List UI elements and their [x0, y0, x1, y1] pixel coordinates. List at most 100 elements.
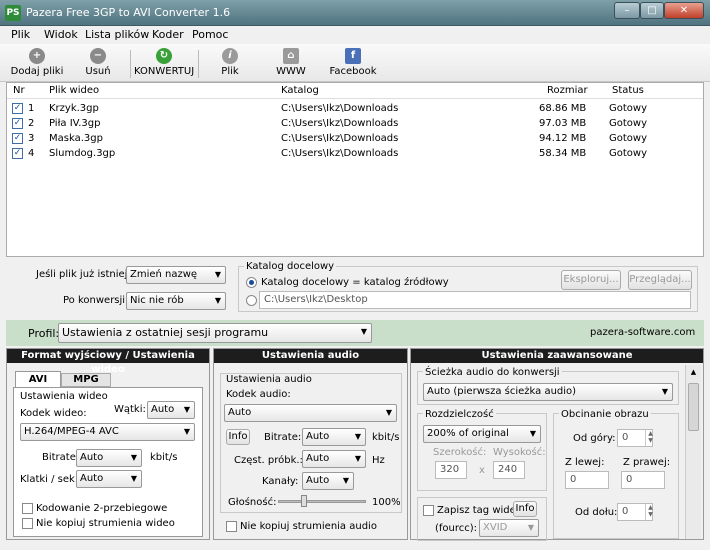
crop-left-input[interactable]: 0	[565, 471, 609, 489]
exists-label: Jeśli plik już istnieje:	[36, 269, 137, 280]
info-icon: i	[222, 48, 238, 64]
chevron-down-icon: ▼	[385, 408, 392, 417]
scrollbar-thumb[interactable]	[688, 383, 699, 431]
target-same-radio[interactable]	[246, 277, 257, 288]
table-row[interactable]: ✓ 1 Krzyk.3gp C:\Users\Ikz\Downloads 68.…	[7, 102, 703, 117]
minimize-button[interactable]: –	[614, 2, 640, 19]
video-bitrate-select[interactable]: Auto ▼	[76, 449, 142, 467]
threads-select[interactable]: Auto ▼	[147, 401, 195, 419]
maximize-button[interactable]: □	[640, 2, 664, 19]
convert-button[interactable]: ↻ KONWERTUJ	[134, 46, 194, 77]
row-file: Piła IV.3gp	[49, 118, 101, 129]
facebook-label: Facebook	[329, 66, 377, 77]
file-button[interactable]: i Plik	[212, 46, 248, 77]
remove-button[interactable]: − Usuń	[78, 46, 118, 77]
exists-value: Zmień nazwę	[130, 269, 198, 280]
video-nocopy-checkbox[interactable]	[22, 518, 33, 529]
target-path-input[interactable]: C:\Users\Ikz\Desktop	[259, 291, 691, 309]
row-file: Slumdog.3gp	[49, 148, 116, 159]
menu-koder[interactable]: Koder	[152, 28, 184, 41]
threads-value: Auto	[151, 404, 175, 415]
add-files-label: Dodaj pliki	[10, 66, 64, 77]
www-label: WWW	[276, 66, 306, 77]
scrollbar[interactable]: ▲	[685, 365, 701, 539]
table-row[interactable]: ✓ 3 Maska.3gp C:\Users\Ikz\Downloads 94.…	[7, 132, 703, 147]
tag-info-button[interactable]: Info	[513, 501, 537, 517]
profile-select[interactable]: Ustawienia z ostatniej sesji programu ▼	[58, 323, 372, 343]
tag-label[interactable]: Zapisz tag wideo	[437, 505, 522, 516]
window-title: Pazera Free 3GP to AVI Converter 1.6	[26, 6, 231, 19]
table-row[interactable]: ✓ 2 Piła IV.3gp C:\Users\Ikz\Downloads 9…	[7, 117, 703, 132]
browse-button[interactable]: Przeglądaj...	[628, 270, 692, 290]
chevron-down-icon: ▼	[529, 429, 536, 438]
menu-pomoc[interactable]: Pomoc	[192, 28, 228, 41]
fourcc-select[interactable]: XVID ▼	[479, 519, 539, 537]
add-files-button[interactable]: + Dodaj pliki	[8, 46, 66, 77]
tab-mpg[interactable]: MPG	[61, 373, 111, 387]
audio-bitrate-value: Auto	[306, 431, 330, 442]
site-link[interactable]: pazera-software.com	[590, 327, 695, 338]
advanced-panel: Ustawienia zaawansowane ▲ Ścieżka audio …	[410, 348, 704, 541]
audio-nocopy-label[interactable]: Nie kopiuj strumienia audio	[240, 521, 377, 532]
table-row[interactable]: ✓ 4 Slumdog.3gp C:\Users\Ikz\Downloads 5…	[7, 147, 703, 162]
target-path-radio[interactable]	[246, 295, 257, 306]
tab-avi[interactable]: AVI	[15, 371, 61, 387]
audio-info-button[interactable]: Info	[226, 429, 250, 445]
row-size: 97.03 MB	[539, 118, 587, 129]
home-icon: ⌂	[283, 48, 299, 64]
volume-label: Głośność:	[228, 497, 277, 508]
col-nr[interactable]: Nr	[13, 85, 25, 96]
resolution-select[interactable]: 200% of original ▼	[423, 425, 541, 443]
height-input[interactable]: 240	[493, 461, 525, 479]
row-nr: 2	[28, 118, 35, 129]
fps-select[interactable]: Auto ▼	[76, 470, 142, 488]
scroll-up-icon[interactable]: ▲	[686, 365, 701, 379]
exists-select[interactable]: Zmień nazwę ▼	[126, 266, 226, 284]
video-codec-label: Kodek wideo:	[20, 408, 87, 419]
crop-right-input[interactable]: 0	[621, 471, 665, 489]
row-size: 94.12 MB	[539, 133, 587, 144]
crop-right-label: Z prawej:	[623, 457, 671, 468]
col-size[interactable]: Rozmiar	[547, 85, 588, 96]
file-list[interactable]: Nr Plik wideo Katalog Rozmiar Status ✓ 1…	[6, 82, 704, 257]
video-codec-select[interactable]: H.264/MPEG-4 AVC ▼	[20, 423, 195, 441]
channels-select[interactable]: Auto ▼	[302, 472, 354, 490]
menu-plik[interactable]: Plik	[11, 28, 30, 41]
row-checkbox[interactable]: ✓	[12, 148, 23, 159]
tag-checkbox[interactable]	[423, 505, 434, 516]
menu-widok[interactable]: Widok	[44, 28, 78, 41]
row-checkbox[interactable]: ✓	[12, 133, 23, 144]
facebook-button[interactable]: f Facebook	[326, 46, 380, 77]
menu-lista-plikow[interactable]: Lista plików	[85, 28, 149, 41]
video-nocopy-label[interactable]: Nie kopiuj strumienia wideo	[36, 518, 175, 529]
row-checkbox[interactable]: ✓	[12, 118, 23, 129]
crop-top-spinner[interactable]: ▲ ▼	[645, 430, 655, 446]
row-nr: 4	[28, 148, 35, 159]
freq-unit: Hz	[372, 455, 385, 466]
freq-select[interactable]: Auto ▼	[302, 450, 366, 468]
www-button[interactable]: ⌂ WWW	[268, 46, 314, 77]
width-input[interactable]: 320	[435, 461, 467, 479]
close-button[interactable]: ✕	[664, 2, 704, 19]
audio-nocopy-checkbox[interactable]	[226, 521, 237, 532]
row-checkbox[interactable]: ✓	[12, 103, 23, 114]
target-same-label[interactable]: Katalog docelowy = katalog źródłowy	[261, 277, 449, 288]
col-status[interactable]: Status	[612, 85, 644, 96]
threads-label: Wątki:	[114, 404, 146, 415]
list-header: Nr Plik wideo Katalog Rozmiar Status	[7, 83, 703, 99]
explore-button[interactable]: Eksploruj...	[561, 270, 621, 290]
col-file[interactable]: Plik wideo	[49, 85, 99, 96]
volume-track[interactable]	[278, 500, 366, 503]
after-select[interactable]: Nic nie rób ▼	[126, 292, 226, 310]
volume-slider-handle[interactable]	[301, 495, 308, 507]
track-value: Auto (pierwsza ścieżka audio)	[427, 386, 577, 397]
twopass-checkbox[interactable]	[22, 503, 33, 514]
track-select[interactable]: Auto (pierwsza ścieżka audio) ▼	[423, 383, 673, 401]
col-dir[interactable]: Katalog	[281, 85, 319, 96]
audio-codec-select[interactable]: Auto ▼	[224, 404, 397, 422]
track-group-title: Ścieżka audio do konwersji	[423, 367, 562, 378]
facebook-icon: f	[345, 48, 361, 64]
crop-bottom-spinner[interactable]: ▲ ▼	[645, 504, 655, 520]
twopass-label[interactable]: Kodowanie 2-przebiegowe	[36, 503, 167, 514]
audio-bitrate-select[interactable]: Auto ▼	[302, 428, 366, 446]
